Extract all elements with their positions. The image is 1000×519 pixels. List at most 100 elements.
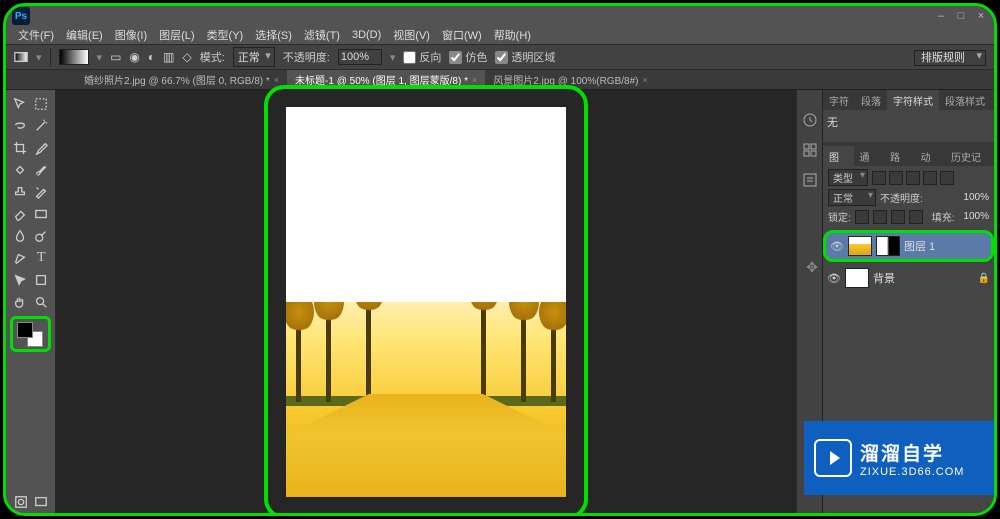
watermark-play-icon <box>814 439 852 477</box>
zoom-tool-icon[interactable] <box>32 292 52 312</box>
opacity-input[interactable]: 100% <box>338 49 382 65</box>
tab-close-icon[interactable]: × <box>274 75 279 85</box>
tab-character[interactable]: 字符 <box>823 90 855 110</box>
layer-row-layer1[interactable]: 👁 图层 1 <box>823 230 994 262</box>
blend-mode-select[interactable]: 正常 <box>233 47 275 67</box>
brush-tool-icon[interactable] <box>32 160 52 180</box>
tab-paths[interactable]: 路径 <box>884 146 915 166</box>
filter-type-icon[interactable] <box>906 171 920 185</box>
lock-icon: 🔒 <box>978 273 990 284</box>
layer-thumbnail[interactable] <box>848 236 872 256</box>
menu-file[interactable]: 文件(F) <box>14 27 58 43</box>
menu-window[interactable]: 窗口(W) <box>438 27 486 43</box>
tab-channels[interactable]: 通道 <box>854 146 885 166</box>
reflected-gradient-icon[interactable]: ▥ <box>163 50 174 64</box>
layer-opacity-value[interactable]: 100% <box>963 192 989 203</box>
tab-close-icon[interactable]: × <box>472 75 477 85</box>
menu-type[interactable]: 类型(Y) <box>203 27 248 43</box>
stamp-tool-icon[interactable] <box>10 182 30 202</box>
crop-tool-icon[interactable] <box>10 138 30 158</box>
window-close-button[interactable]: × <box>974 9 988 23</box>
fill-value[interactable]: 100% <box>963 211 989 222</box>
radial-gradient-icon[interactable]: ◉ <box>129 50 139 64</box>
document-tab-1[interactable]: 婚纱照片2.jpg @ 66.7% (图层 0, RGB/8) * × <box>76 70 287 89</box>
visibility-icon[interactable]: 👁 <box>830 240 844 253</box>
lock-pixel-icon[interactable] <box>873 210 887 224</box>
filter-pixel-icon[interactable] <box>872 171 886 185</box>
menu-layer[interactable]: 图层(L) <box>155 27 198 43</box>
filter-shape-icon[interactable] <box>923 171 937 185</box>
tab-title: 婚纱照片2.jpg @ 66.7% (图层 0, RGB/8) * <box>84 72 270 87</box>
layer-filter-kind[interactable]: 类型 <box>828 169 868 186</box>
canvas-area[interactable]: ✥ <box>56 90 796 513</box>
dither-checkbox[interactable]: 仿色 <box>449 49 487 65</box>
menu-view[interactable]: 视图(V) <box>389 27 434 43</box>
marquee-tool-icon[interactable] <box>32 94 52 114</box>
tab-char-style[interactable]: 字符样式 <box>887 90 939 110</box>
tab-layers[interactable]: 图层 <box>823 146 854 166</box>
menu-image[interactable]: 图像(I) <box>111 27 151 43</box>
tab-para-style[interactable]: 段落样式 <box>939 90 991 110</box>
wand-tool-icon[interactable] <box>32 116 52 136</box>
layer-name[interactable]: 图层 1 <box>904 238 935 254</box>
opacity-label: 不透明度: <box>283 49 330 65</box>
layer-thumbnail[interactable] <box>845 268 869 288</box>
filter-adjust-icon[interactable] <box>889 171 903 185</box>
blend-mode-select[interactable]: 正常 <box>828 189 876 206</box>
lasso-tool-icon[interactable] <box>10 116 30 136</box>
tab-actions[interactable]: 动作 <box>915 146 946 166</box>
menu-edit[interactable]: 编辑(E) <box>62 27 107 43</box>
character-style-panel: 无 <box>823 110 994 142</box>
window-minimize-button[interactable]: – <box>934 9 948 23</box>
window-maximize-button[interactable]: □ <box>954 9 968 23</box>
hand-tool-icon[interactable] <box>10 292 30 312</box>
eraser-tool-icon[interactable] <box>10 204 30 224</box>
info-panel-icon[interactable] <box>802 172 818 188</box>
move-tool-icon[interactable] <box>10 94 30 114</box>
history-panel-icon[interactable] <box>802 112 818 128</box>
layer-row-background[interactable]: 👁 背景 🔒 <box>823 262 994 294</box>
layer-name[interactable]: 背景 <box>873 270 895 286</box>
type-tool-icon[interactable]: T <box>32 248 52 268</box>
blur-tool-icon[interactable] <box>10 226 30 246</box>
reverse-label: 反向 <box>419 49 441 65</box>
workspace-switcher[interactable]: 排版规则 <box>914 50 986 66</box>
menu-help[interactable]: 帮助(H) <box>490 27 535 43</box>
foreground-color[interactable] <box>17 322 33 338</box>
lock-trans-icon[interactable] <box>855 210 869 224</box>
tab-history[interactable]: 历史记录 <box>945 146 994 166</box>
swatches-panel-icon[interactable] <box>802 142 818 158</box>
path-select-icon[interactable] <box>10 270 30 290</box>
healing-tool-icon[interactable] <box>10 160 30 180</box>
dodge-tool-icon[interactable] <box>32 226 52 246</box>
toolbox: T <box>6 90 56 513</box>
filter-smart-icon[interactable] <box>940 171 954 185</box>
gradient-preview[interactable] <box>59 49 89 65</box>
pen-tool-icon[interactable] <box>10 248 30 268</box>
menu-filter[interactable]: 滤镜(T) <box>300 27 344 43</box>
watermark-subtitle: ZIXUE.3D66.COM <box>860 466 964 478</box>
gradient-tool-icon[interactable] <box>14 50 28 64</box>
layer-mask-thumbnail[interactable] <box>876 236 900 256</box>
layer-opacity-label: 不透明度: <box>880 190 923 205</box>
quickmask-icon[interactable] <box>13 494 29 510</box>
menu-select[interactable]: 选择(S) <box>251 27 296 43</box>
lock-all-icon[interactable] <box>909 210 923 224</box>
eyedropper-tool-icon[interactable] <box>32 138 52 158</box>
tab-paragraph[interactable]: 段落 <box>855 90 887 110</box>
screenmode-icon[interactable] <box>33 494 49 510</box>
linear-gradient-icon[interactable]: ▭ <box>110 50 121 64</box>
reverse-checkbox[interactable]: 反向 <box>403 49 441 65</box>
gradient-tool-icon[interactable] <box>32 204 52 224</box>
diamond-gradient-icon[interactable]: ◇ <box>182 50 191 64</box>
angle-gradient-icon[interactable]: ◐ <box>148 50 155 64</box>
menu-3d[interactable]: 3D(D) <box>348 29 385 41</box>
document-canvas[interactable] <box>286 107 566 497</box>
lock-pos-icon[interactable] <box>891 210 905 224</box>
visibility-icon[interactable]: 👁 <box>827 272 841 285</box>
color-swatches[interactable] <box>10 316 51 352</box>
tab-close-icon[interactable]: × <box>642 75 647 85</box>
history-brush-icon[interactable] <box>32 182 52 202</box>
transparency-checkbox[interactable]: 透明区域 <box>495 49 555 65</box>
shape-tool-icon[interactable] <box>32 270 52 290</box>
